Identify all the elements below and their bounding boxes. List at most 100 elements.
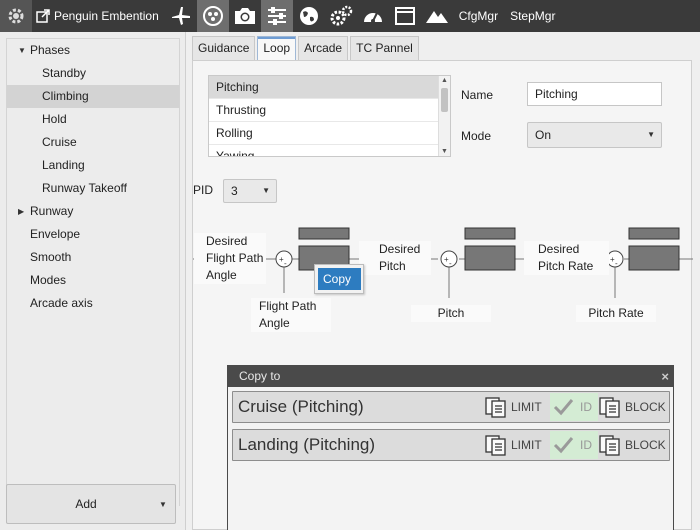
list-scrollbar[interactable]: ▲ ▼ (438, 76, 450, 156)
limit-block-1 (298, 227, 350, 240)
copy-to-title: Copy to (239, 369, 281, 383)
gauge-icon[interactable] (357, 0, 389, 32)
limit-option[interactable]: LIMIT (484, 431, 542, 459)
desired-pitch-rate-label: Desired Pitch Rate (524, 241, 609, 275)
chevron-down-icon: ▼ (262, 186, 270, 195)
globe-icon[interactable] (293, 0, 325, 32)
tab-tc-pannel[interactable]: TC Pannel (350, 36, 419, 60)
tab-guidance[interactable]: Guidance (192, 36, 256, 60)
pid-block-2 (464, 245, 516, 271)
name-field[interactable]: Pitching (527, 82, 662, 106)
top-toolbar: Penguin Embention CfgMgr StepMgr (0, 0, 700, 32)
svg-text:-: - (615, 259, 618, 268)
tab-loop[interactable]: Loop (257, 36, 297, 60)
tab-arcade[interactable]: Arcade (298, 36, 349, 60)
camera-icon[interactable] (229, 0, 261, 32)
pitch-label: Pitch (411, 305, 491, 322)
tree-item-label: Smooth (30, 250, 72, 264)
chevron-down-icon: ▼ (647, 130, 655, 139)
stepmgr-button[interactable]: StepMgr (504, 9, 561, 23)
tree-item-hold[interactable]: Hold (7, 108, 179, 131)
id-option[interactable]: ID (550, 393, 598, 421)
name-label: Name (461, 88, 494, 102)
uav-name[interactable]: Penguin Embention (54, 9, 165, 23)
tree-item-landing[interactable]: Landing (7, 154, 179, 177)
id-option[interactable]: ID (550, 431, 598, 459)
copy-document-icon (599, 435, 620, 456)
phase-tree: ▼ Phases Standby Climbing Hold Cruise La… (6, 38, 180, 506)
nodes-icon[interactable] (196, 0, 229, 32)
block-label: BLOCK (625, 438, 666, 452)
copy-document-icon (599, 397, 620, 418)
mountain-icon[interactable] (421, 0, 453, 32)
tree-item-label: Phases (30, 43, 71, 57)
add-button[interactable]: Add ▼ (6, 484, 176, 524)
gear-icon[interactable] (0, 0, 32, 32)
id-label: ID (580, 438, 592, 452)
external-link-icon[interactable] (32, 0, 54, 32)
list-item[interactable]: Thrusting (209, 99, 450, 122)
block-label: BLOCK (625, 400, 666, 414)
window-icon[interactable] (389, 0, 421, 32)
tree-item-label: Standby (42, 66, 87, 80)
context-menu-copy[interactable]: Copy (318, 268, 361, 290)
pid-loop-diagram: + - + - + - Desired Flight Path Angle De… (193, 223, 693, 373)
tree-item-label: Runway (30, 204, 74, 218)
mode-label: Mode (461, 129, 492, 143)
copy-target-title: Cruise (Pitching) (238, 397, 364, 416)
copy-target-row[interactable]: Cruise (Pitching) LIMIT ID BLOCK (232, 391, 670, 423)
check-icon (553, 399, 574, 416)
tree-item-climbing[interactable]: Climbing (7, 85, 179, 108)
gears-icon[interactable] (325, 0, 357, 32)
tree-item-cruise[interactable]: Cruise (7, 131, 179, 154)
tree-item-label: Cruise (42, 135, 77, 149)
tree-item-standby[interactable]: Standby (7, 62, 179, 85)
copy-target-title: Landing (Pitching) (238, 435, 376, 454)
block-option[interactable]: BLOCK (598, 431, 666, 459)
tree-item-runway-takeoff[interactable]: Runway Takeoff (7, 177, 179, 200)
mode-select[interactable]: On ▼ (527, 122, 662, 148)
loop-tab-content: Pitching Thrusting Rolling Yawing ▲ ▼ Na… (192, 60, 693, 530)
limit-block-3 (628, 227, 680, 240)
scrollbar-thumb[interactable] (441, 88, 448, 112)
list-item[interactable]: Pitching (209, 76, 450, 99)
scroll-up-icon[interactable]: ▲ (441, 77, 448, 84)
copy-to-header: Copy to × (228, 366, 673, 387)
expanded-arrow-icon[interactable]: ▼ (18, 39, 26, 62)
close-icon[interactable]: × (661, 366, 669, 387)
tree-item-runway[interactable]: ▶ Runway (7, 200, 179, 223)
svg-text:-: - (449, 259, 452, 268)
tree-item-modes[interactable]: Modes (7, 269, 179, 292)
limit-block-2 (464, 227, 516, 240)
sum-junction-1: + - (275, 250, 293, 268)
mode-value: On (535, 128, 552, 142)
tree-item-envelope[interactable]: Envelope (7, 223, 179, 246)
tree-item-label: Climbing (42, 89, 89, 103)
tree-item-label: Runway Takeoff (42, 181, 127, 195)
pitch-rate-label: Pitch Rate (576, 305, 656, 322)
loop-list[interactable]: Pitching Thrusting Rolling Yawing ▲ ▼ (208, 75, 451, 157)
id-label: ID (580, 400, 592, 414)
sliders-icon[interactable] (260, 0, 293, 32)
tree-item-arcade-axis[interactable]: Arcade axis (7, 292, 179, 315)
tree-item-label: Modes (30, 273, 67, 287)
cfgmgr-button[interactable]: CfgMgr (453, 9, 504, 23)
chevron-down-icon[interactable]: ▼ (151, 500, 175, 509)
list-item[interactable]: Rolling (209, 122, 450, 145)
plane-icon[interactable] (165, 0, 197, 32)
collapsed-arrow-icon[interactable]: ▶ (18, 200, 24, 223)
tree-item-label: Landing (42, 158, 85, 172)
pid-select[interactable]: 3 ▼ (223, 179, 277, 203)
pid-value: 3 (231, 184, 238, 198)
list-item[interactable]: Yawing (209, 145, 450, 156)
sum-junction-3: + - (606, 250, 624, 268)
main-panel: Guidance Loop Arcade TC Pannel Pitching … (186, 32, 700, 530)
tab-bar: Guidance Loop Arcade TC Pannel (192, 36, 421, 60)
tree-item-smooth[interactable]: Smooth (7, 246, 179, 269)
copy-target-row[interactable]: Landing (Pitching) LIMIT ID BLOCK (232, 429, 670, 461)
sidebar: ▼ Phases Standby Climbing Hold Cruise La… (0, 32, 186, 530)
block-option[interactable]: BLOCK (598, 393, 666, 421)
scroll-down-icon[interactable]: ▼ (441, 148, 448, 155)
limit-option[interactable]: LIMIT (484, 393, 542, 421)
tree-item-phases[interactable]: ▼ Phases (7, 39, 179, 62)
